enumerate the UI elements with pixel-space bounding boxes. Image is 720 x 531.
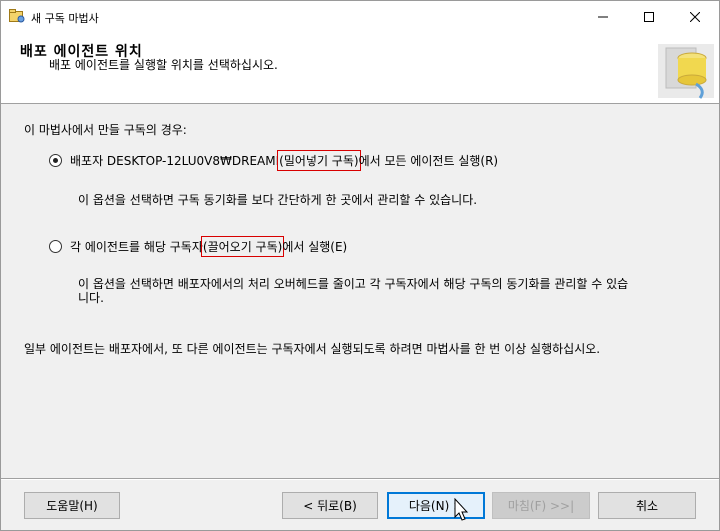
- option1-suffix: 에서 모든 에이전트 실행(R): [358, 154, 499, 168]
- window-title: 새 구독 마법사: [31, 12, 99, 25]
- minimize-button[interactable]: [580, 1, 626, 32]
- radio-selected-dot: [53, 158, 58, 163]
- option2-prefix: 각 에이전트를 해당 구독자: [70, 240, 203, 254]
- close-icon: [690, 11, 700, 22]
- pull-subscription-highlight: (끌어오기 구독): [200, 236, 285, 257]
- cancel-button[interactable]: 취소: [598, 492, 696, 519]
- wizard-content: 이 마법사에서 만들 구독의 경우: 배포자 DESKTOP-12LU0V8₩D…: [1, 105, 719, 477]
- maximize-icon: [644, 11, 654, 22]
- note-text: 일부 에이전트는 배포자에서, 또 다른 에이전트는 구독자에서 실행되도록 하…: [24, 342, 601, 356]
- wizard-header: 배포 에이전트 위치 배포 에이전트를 실행할 위치를 선택하십시오.: [1, 32, 719, 104]
- intro-label: 이 마법사에서 만들 구독의 경우:: [24, 123, 187, 137]
- next-button[interactable]: 다음(N) >: [387, 492, 485, 519]
- option-pull-subscription[interactable]: 각 에이전트를 해당 구독자 (끌어오기 구독) 에서 실행(E): [49, 236, 348, 257]
- close-button[interactable]: [672, 1, 718, 32]
- option1-description: 이 옵션을 선택하면 구독 동기화를 보다 간단하게 한 곳에서 관리할 수 있…: [78, 193, 478, 207]
- database-wizard-icon: [658, 44, 714, 99]
- minimize-icon: [598, 16, 608, 17]
- back-button[interactable]: < 뒤로(B): [282, 492, 378, 519]
- option2-description: 이 옵션을 선택하면 배포자에서의 처리 오버헤드를 줄이고 각 구독자에서 해…: [78, 277, 629, 305]
- help-button[interactable]: 도움말(H): [24, 492, 120, 519]
- wizard-app-icon: [9, 9, 25, 23]
- radio-push[interactable]: [49, 154, 62, 167]
- option-push-subscription[interactable]: 배포자 DESKTOP-12LU0V8₩DREAMI (밀어넣기 구독) 에서 모든…: [49, 150, 499, 171]
- footer-divider-highlight: [1, 479, 719, 480]
- mouse-pointer-icon: [454, 498, 469, 521]
- title-bar[interactable]: 새 구독 마법사: [1, 1, 719, 32]
- page-subtitle: 배포 에이전트를 실행할 위치를 선택하십시오.: [49, 58, 278, 72]
- finish-button: 마침(F) >>|: [492, 492, 590, 519]
- radio-pull[interactable]: [49, 240, 62, 253]
- push-subscription-highlight: (밀어넣기 구독): [277, 150, 361, 171]
- option2-suffix: 에서 실행(E): [282, 240, 348, 254]
- wizard-window: 새 구독 마법사 배포 에이전트 위치 배포 에이전트를 실행할 위치를 선택하…: [0, 0, 720, 531]
- maximize-button[interactable]: [626, 1, 672, 32]
- option1-prefix: 배포자 DESKTOP-12LU0V8₩DREAMI: [70, 154, 280, 168]
